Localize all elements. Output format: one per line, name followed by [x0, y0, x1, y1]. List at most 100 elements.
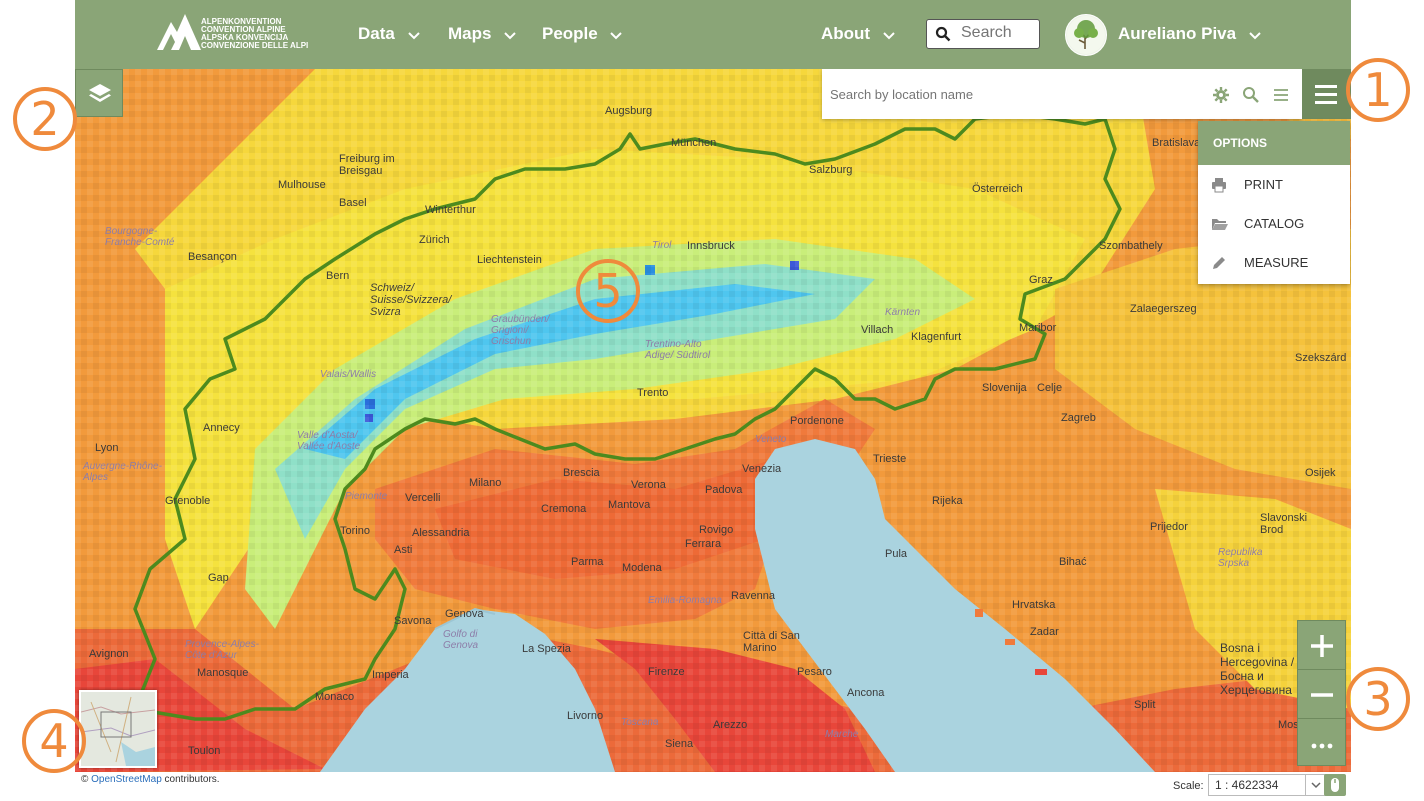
option-measure[interactable]: MEASURE [1198, 243, 1350, 282]
map-label-trentino: Trentino-Alto Adige/ Südtirol [645, 339, 711, 361]
openstreetmap-link[interactable]: OpenStreetMap [91, 774, 162, 785]
map-label-piemonte: Piemonte [345, 491, 388, 502]
plus-icon [1311, 635, 1333, 657]
map-label-toscana: Toscana [621, 717, 659, 728]
map-label-asti: Asti [394, 544, 413, 556]
location-search-input[interactable] [830, 83, 1200, 105]
navbar-search[interactable] [926, 19, 1040, 49]
map-label-provence: Provence-Alpes-Côte d'Azur [185, 639, 259, 661]
hamburger-menu-button[interactable] [1302, 69, 1351, 119]
zoom-out-button[interactable] [1298, 670, 1345, 719]
map-label-toulon: Toulon [188, 745, 221, 757]
map-label-pesaro: Pesaro [797, 666, 832, 678]
user-avatar[interactable] [1065, 14, 1107, 56]
map-label-osijek: Osijek [1305, 467, 1336, 479]
map-label-basel: Basel [339, 197, 367, 209]
hamburger-icon [1315, 85, 1337, 88]
map-label-golfo-genova: Golfo di Genova [443, 629, 479, 651]
nav-maps-menu[interactable]: Maps [448, 22, 516, 46]
user-name-label: Aureliano Piva [1118, 24, 1237, 43]
navbar-search-input[interactable] [961, 23, 1033, 43]
gear-icon[interactable] [1212, 86, 1230, 104]
map-label-celje: Celje [1037, 382, 1063, 394]
scale-value: 1 : 4622334 [1215, 778, 1279, 792]
option-catalog-label: CATALOG [1244, 216, 1305, 231]
map-label-imperia: Imperia [372, 669, 409, 681]
option-catalog[interactable]: CATALOG [1198, 204, 1350, 243]
map-label-grenoble: Grenoble [165, 495, 211, 507]
tree-avatar-icon [1067, 16, 1105, 54]
map-label-ferrara: Ferrara [685, 538, 722, 550]
zoom-controls [1297, 620, 1346, 766]
nav-people-menu[interactable]: People [542, 22, 623, 46]
mouse-icon [1331, 778, 1339, 792]
map-label-winterthur: Winterthur [425, 204, 476, 216]
chevron-down-icon [504, 31, 516, 39]
map-label-maribor: Maribor [1019, 322, 1057, 334]
map-label-osterreich: Österreich [972, 183, 1023, 195]
callout-4: 4 [22, 709, 86, 773]
map-label-trento: Trento [637, 387, 669, 399]
list-icon[interactable] [1272, 86, 1290, 104]
folder-open-icon [1212, 219, 1228, 230]
nav-maps-label: Maps [448, 24, 492, 43]
callout-2: 2 [13, 87, 77, 151]
search-icon[interactable] [1242, 86, 1260, 104]
map-label-zalaegerszeg: Zalaegerszeg [1130, 303, 1197, 315]
map-label-innsbruck: Innsbruck [687, 240, 735, 252]
layers-toggle-button[interactable] [75, 69, 123, 117]
location-search-bar [822, 69, 1302, 119]
map-label-augsburg: Augsburg [605, 105, 653, 117]
map-label-republika-srpska: Republika Srpska [1218, 547, 1263, 569]
map-label-arezzo: Arezzo [713, 719, 748, 731]
heat-map-layer [75, 69, 1351, 772]
scale-select[interactable]: 1 : 4622334 [1208, 774, 1327, 796]
map-label-firenze: Firenze [648, 666, 685, 678]
mountain-logo-icon [157, 14, 201, 50]
map-label-karnten: Kärnten [885, 307, 921, 318]
map-label-manosque: Manosque [197, 667, 249, 679]
chevron-down-icon [1305, 775, 1326, 795]
map-label-szombathely: Szombathely [1099, 240, 1163, 252]
map-attribution: © OpenStreetMap contributors. [81, 774, 220, 785]
option-print[interactable]: PRINT [1198, 165, 1350, 204]
scale-label: Scale: [1173, 780, 1204, 792]
map-label-padova: Padova [705, 484, 743, 496]
map-label-szekszard: Szekszárd [1295, 352, 1347, 364]
chevron-down-icon [407, 31, 420, 39]
layers-icon [89, 84, 111, 102]
map-label-savona: Savona [394, 615, 432, 627]
map-label-hrvatska: Hrvatska [1012, 599, 1056, 611]
chevron-down-icon [1249, 31, 1261, 39]
map-label-pordenone: Pordenone [790, 415, 844, 427]
map-label-siena: Siena [665, 738, 694, 750]
option-measure-label: MEASURE [1244, 255, 1309, 270]
map-label-bourgogne: Bourgogne-Franche-Comté [105, 226, 175, 248]
map-label-prijedor: Prijedor [1150, 521, 1188, 533]
map-label-auvergne: Auvergne-Rhône-Alpes [83, 461, 162, 483]
alpine-convention-logo[interactable]: ALPENKONVENTION CONVENTION ALPINE ALPSKA… [157, 12, 317, 54]
more-tools-button[interactable] [1298, 719, 1345, 767]
mouse-position-button[interactable] [1324, 774, 1346, 796]
user-menu[interactable]: Aureliano Piva [1118, 22, 1261, 46]
map-label-livorno: Livorno [567, 710, 604, 722]
option-print-label: PRINT [1244, 177, 1283, 192]
map-label-graz: Graz [1029, 274, 1053, 286]
map-label-verona: Verona [631, 479, 666, 491]
more-dots-icon [1311, 743, 1333, 749]
map-label-zurich: Zürich [419, 234, 450, 246]
map-label-bihac: Bihać [1059, 556, 1087, 568]
nav-data-menu[interactable]: Data [358, 22, 420, 46]
overview-map-thumbnail [81, 692, 155, 766]
map-label-salzburg: Salzburg [809, 164, 853, 176]
nav-about-menu[interactable]: About [821, 22, 895, 46]
map-viewport[interactable]: Augsburg München Salzburg Österreich Bra… [75, 69, 1351, 772]
map-label-slavonski-brod: Slavonski Brod [1260, 512, 1308, 536]
map-label-munchen: München [671, 137, 717, 149]
zoom-in-button[interactable] [1298, 621, 1345, 670]
callout-3: 3 [1346, 667, 1410, 731]
map-label-milano: Milano [469, 477, 502, 489]
map-label-veneto: Veneto [755, 434, 787, 445]
map-label-graubunden: Graubünden/ Grigioni/ Grischun [491, 314, 550, 347]
overview-map-button[interactable] [79, 690, 157, 768]
